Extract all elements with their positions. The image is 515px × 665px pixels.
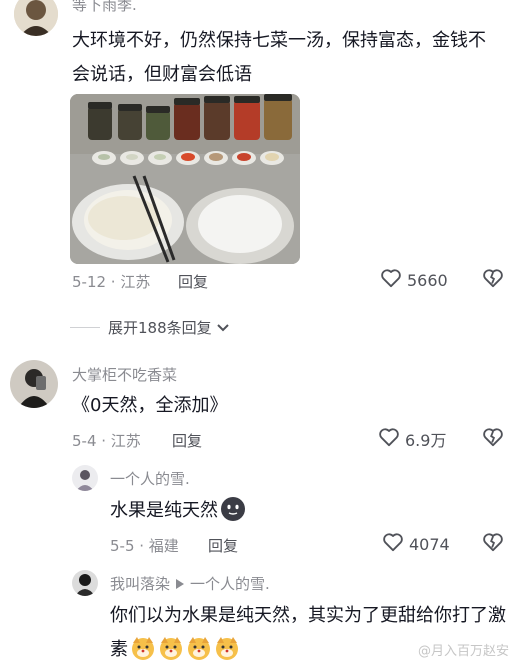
dog-emoji (158, 635, 184, 661)
comment-username[interactable]: 大掌柜不吃香菜 (72, 364, 177, 385)
like-button[interactable]: 4074 (382, 532, 450, 556)
dislike-button[interactable] (482, 268, 504, 292)
heart-outline-icon (382, 532, 404, 556)
like-button[interactable]: 6.9万 (378, 427, 446, 451)
dislike-button[interactable] (482, 427, 504, 451)
reply-text: 水果是纯天然 (110, 494, 500, 528)
comment-text: 大环境不好，仍然保持七菜一汤，保持富态，金钱不会说话，但财富会低语 (72, 30, 486, 85)
expand-replies-label: 展开188条回复 (108, 319, 212, 337)
reply-to-username[interactable]: 一个人的雪. (190, 573, 270, 594)
heart-outline-icon (380, 268, 402, 292)
broken-heart-icon (482, 533, 504, 556)
comment-text: 《0天然，全添加》 (72, 395, 228, 416)
dog-emoji (130, 635, 156, 661)
reply-button[interactable]: 回复 (208, 535, 238, 556)
chevron-down-icon (216, 319, 230, 337)
dog-emoji (214, 635, 240, 661)
reply-date-location: 5-5 · 福建 (110, 537, 179, 555)
comment-username[interactable]: 等下雨季. (72, 0, 137, 15)
broken-heart-icon (482, 428, 504, 451)
smiling-face-emoji (220, 496, 246, 522)
avatar[interactable] (72, 570, 98, 596)
reply-button[interactable]: 回复 (178, 271, 208, 292)
avatar[interactable] (10, 360, 58, 408)
heart-outline-icon (378, 427, 400, 451)
reply-button[interactable]: 回复 (172, 430, 202, 451)
like-count: 4074 (409, 534, 450, 554)
comment-date-location: 5-4 · 江苏 (72, 432, 141, 450)
watermark: @月入百万赵安 (417, 644, 509, 659)
like-button[interactable]: 5660 (380, 268, 448, 292)
reply-text-content: 水果是纯天然 (110, 500, 218, 521)
like-count: 6.9万 (405, 431, 447, 450)
reply-username[interactable]: 一个人的雪. (110, 468, 190, 489)
avatar[interactable] (14, 0, 58, 36)
dislike-button[interactable] (482, 532, 504, 556)
reply-header: 我叫落染 一个人的雪. (110, 573, 270, 594)
comment-photo[interactable] (70, 94, 300, 264)
dog-emoji (186, 635, 212, 661)
reply-username[interactable]: 我叫落染 (110, 573, 170, 594)
comment-date-location: 5-12 · 江苏 (72, 273, 151, 291)
like-count: 5660 (407, 270, 448, 290)
expand-replies-button[interactable]: 展开188条回复 (108, 317, 230, 338)
avatar[interactable] (72, 465, 98, 491)
broken-heart-icon (482, 269, 504, 292)
expand-divider (70, 327, 100, 328)
triangle-right-icon (176, 574, 185, 593)
